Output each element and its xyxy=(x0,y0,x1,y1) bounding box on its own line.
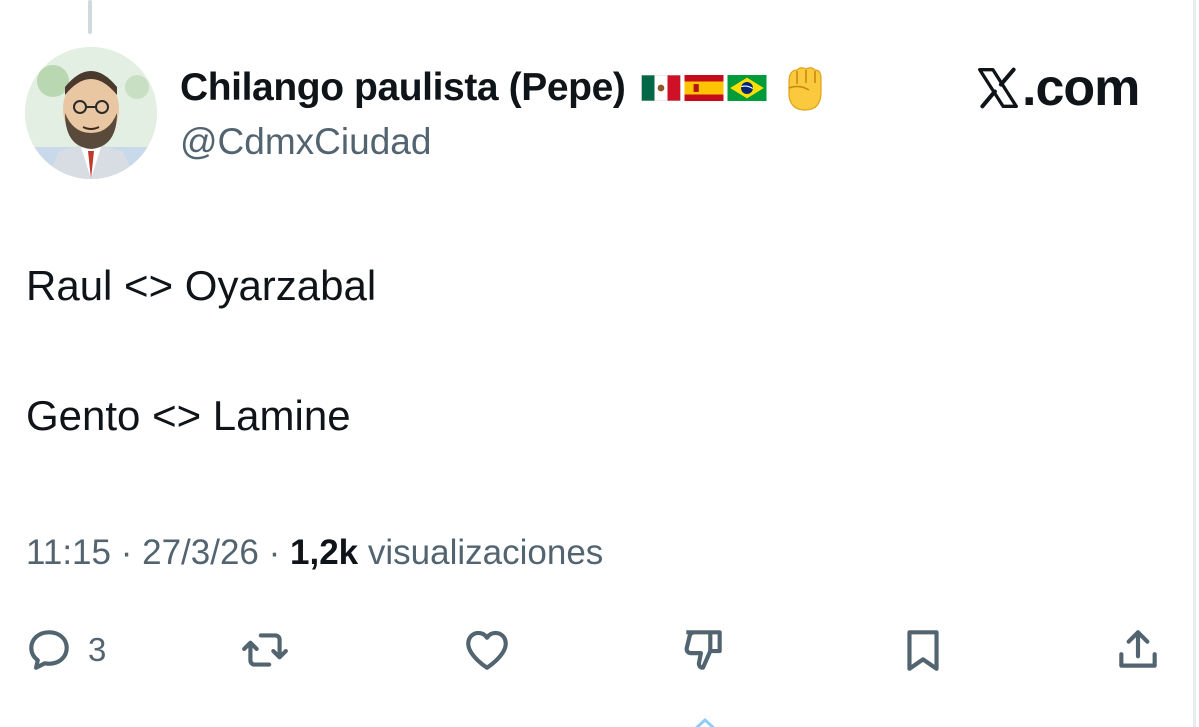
raised-fist-emoji-icon xyxy=(788,67,823,111)
dislike-button[interactable] xyxy=(678,620,728,680)
tweet-time[interactable]: 11:15 xyxy=(26,533,111,572)
views-label: visualizaciones xyxy=(367,533,604,572)
share-button[interactable] xyxy=(1113,620,1163,680)
thread-connector-line xyxy=(88,0,92,34)
tweet-date[interactable]: 27/3/26 xyxy=(142,533,259,572)
reply-icon xyxy=(29,630,69,670)
meta-separator: · xyxy=(268,533,281,572)
scrollbar-track xyxy=(1193,0,1196,727)
tweet-screenshot: Chilango paulista (Pepe) @CdmxCiudad .co… xyxy=(0,0,1199,727)
meta-separator: · xyxy=(120,533,133,572)
heart-icon xyxy=(466,630,508,670)
x-logo-icon xyxy=(978,67,1018,109)
tweet-action-bar: 3 xyxy=(0,620,1199,680)
views-count: 1,2k xyxy=(290,533,359,572)
reply-button[interactable]: 3 xyxy=(24,620,106,680)
user-handle[interactable]: @CdmxCiudad xyxy=(180,121,431,163)
brand-domain-text: .com xyxy=(1022,59,1140,117)
brazil-flag-icon xyxy=(727,75,767,101)
dislike-icon xyxy=(684,630,722,670)
bookmark-button[interactable] xyxy=(898,620,948,680)
bookmark-icon xyxy=(907,630,939,671)
tweet-line: Gento <> Lamine xyxy=(26,392,351,439)
author-name-row: Chilango paulista (Pepe) xyxy=(180,60,829,116)
partial-icon xyxy=(695,717,715,727)
mexico-flag-icon xyxy=(641,75,682,101)
like-button[interactable] xyxy=(462,620,512,680)
x-com-brand: .com xyxy=(976,58,1140,118)
retweet-icon xyxy=(242,633,288,667)
tweet-text: Raul <> Oyarzabal Gento <> Lamine xyxy=(26,262,1126,440)
share-icon xyxy=(1119,630,1157,668)
flag-emojis xyxy=(641,75,767,101)
spain-flag-icon xyxy=(684,75,724,101)
retweet-button[interactable] xyxy=(240,620,290,680)
tweet-line: Raul <> Oyarzabal xyxy=(26,262,377,309)
reply-count: 3 xyxy=(88,631,107,668)
display-name[interactable]: Chilango paulista (Pepe) xyxy=(180,66,626,110)
avatar[interactable] xyxy=(25,47,157,179)
tweet-meta: 11:15 · 27/3/26 · 1,2k visualizaciones xyxy=(26,533,603,573)
